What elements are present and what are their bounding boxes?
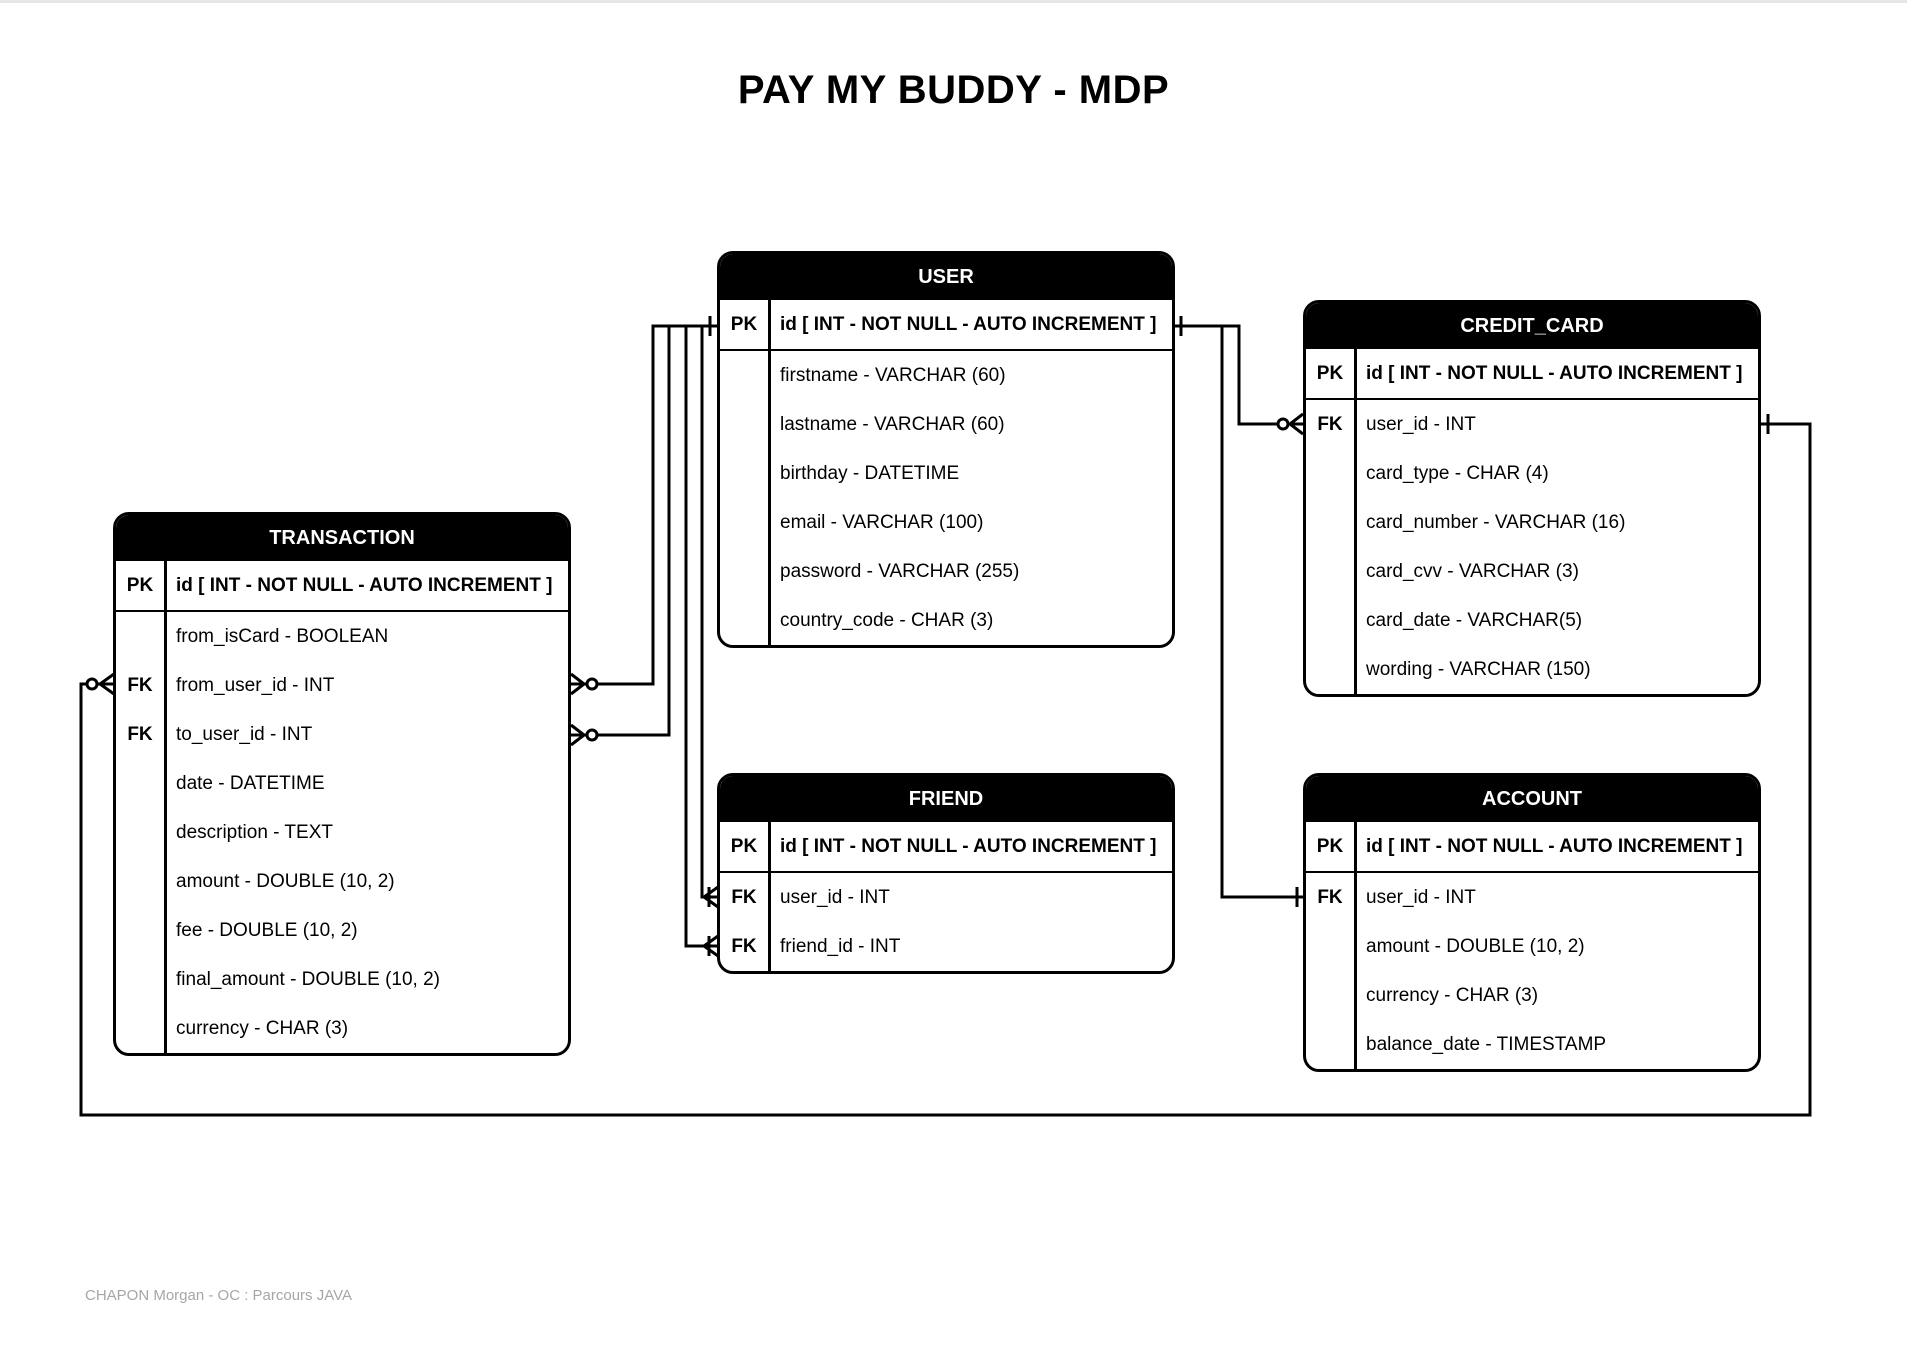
link-user-transaction-to xyxy=(571,324,718,737)
key-badge: FK xyxy=(1317,886,1343,908)
transaction-row-amount: amount - DOUBLE (10, 2) xyxy=(116,857,568,906)
transaction-row-fee: fee - DOUBLE (10, 2) xyxy=(116,906,568,955)
credit-card-row-card-type: card_type - CHAR (4) xyxy=(1306,449,1758,498)
transaction-row-to-user-id: FK to_user_id - INT xyxy=(116,710,568,759)
user-row-id: PK id [ INT - NOT NULL - AUTO INCREMENT ] xyxy=(720,300,1172,351)
field-label: amount - DOUBLE (10, 2) xyxy=(176,870,395,892)
field-label: country_code - CHAR (3) xyxy=(780,609,994,631)
entity-transaction[interactable]: TRANSACTION PK id [ INT - NOT NULL - AUTO… xyxy=(113,512,571,1056)
credit-card-row-id: PK id [ INT - NOT NULL - AUTO INCREMENT ] xyxy=(1306,349,1758,400)
field-label: birthday - DATETIME xyxy=(780,462,960,484)
field-label: friend_id - INT xyxy=(780,935,901,957)
field-label: amount - DOUBLE (10, 2) xyxy=(1366,935,1585,957)
field-label: to_user_id - INT xyxy=(176,723,313,745)
entity-transaction-header: TRANSACTION xyxy=(116,515,568,561)
account-row-id: PK id [ INT - NOT NULL - AUTO INCREMENT ] xyxy=(1306,822,1758,873)
link-user-transaction-from xyxy=(571,324,718,686)
entity-credit-card-header: CREDIT_CARD xyxy=(1306,303,1758,349)
field-label: description - TEXT xyxy=(176,821,333,843)
user-row-birthday: birthday - DATETIME xyxy=(720,449,1172,498)
field-label: fee - DOUBLE (10, 2) xyxy=(176,919,358,941)
transaction-row-id: PK id [ INT - NOT NULL - AUTO INCREMENT ] xyxy=(116,561,568,612)
transaction-row-description: description - TEXT xyxy=(116,808,568,857)
field-label: card_number - VARCHAR (16) xyxy=(1366,511,1626,533)
friend-row-user-id: FK user_id - INT xyxy=(720,873,1172,922)
field-label: firstname - VARCHAR (60) xyxy=(780,364,1006,386)
transaction-row-from-user-id: FK from_user_id - INT xyxy=(116,661,568,710)
transaction-row-final-amount: final_amount - DOUBLE (10, 2) xyxy=(116,955,568,1004)
friend-row-id: PK id [ INT - NOT NULL - AUTO INCREMENT ] xyxy=(720,822,1172,873)
account-row-amount: amount - DOUBLE (10, 2) xyxy=(1306,922,1758,971)
field-label: date - DATETIME xyxy=(176,772,325,794)
field-label: id [ INT - NOT NULL - AUTO INCREMENT ] xyxy=(176,574,553,596)
account-row-balance-date: balance_date - TIMESTAMP xyxy=(1306,1020,1758,1069)
field-label: final_amount - DOUBLE (10, 2) xyxy=(176,968,441,990)
user-row-email: email - VARCHAR (100) xyxy=(720,498,1172,547)
account-row-currency: currency - CHAR (3) xyxy=(1306,971,1758,1020)
key-badge: PK xyxy=(730,835,758,857)
field-label: lastname - VARCHAR (60) xyxy=(780,413,1005,435)
field-label: id [ INT - NOT NULL - AUTO INCREMENT ] xyxy=(780,313,1157,335)
key-badge: PK xyxy=(126,574,154,596)
transaction-row-currency: currency - CHAR (3) xyxy=(116,1004,568,1053)
credit-card-row-card-cvv: card_cvv - VARCHAR (3) xyxy=(1306,547,1758,596)
field-label: id [ INT - NOT NULL - AUTO INCREMENT ] xyxy=(780,835,1157,857)
key-badge: FK xyxy=(731,935,757,957)
credit-card-row-card-date: card_date - VARCHAR(5) xyxy=(1306,596,1758,645)
field-label: user_id - INT xyxy=(1366,413,1476,435)
key-badge: FK xyxy=(127,674,153,696)
key-badge: PK xyxy=(1316,362,1344,384)
entity-account-header: ACCOUNT xyxy=(1306,776,1758,822)
field-label: password - VARCHAR (255) xyxy=(780,560,1020,582)
field-label: card_type - CHAR (4) xyxy=(1366,462,1549,484)
transaction-row-from-iscard: from_isCard - BOOLEAN xyxy=(116,612,568,661)
field-label: user_id - INT xyxy=(1366,886,1476,908)
entity-friend-header: FRIEND xyxy=(720,776,1172,822)
link-user-credit-card xyxy=(1173,324,1303,426)
field-label: id [ INT - NOT NULL - AUTO INCREMENT ] xyxy=(1366,835,1743,857)
field-label: card_date - VARCHAR(5) xyxy=(1366,609,1583,631)
user-row-password: password - VARCHAR (255) xyxy=(720,547,1172,596)
credit-card-row-wording: wording - VARCHAR (150) xyxy=(1306,645,1758,694)
field-label: email - VARCHAR (100) xyxy=(780,511,984,533)
user-row-lastname: lastname - VARCHAR (60) xyxy=(720,400,1172,449)
user-row-country-code: country_code - CHAR (3) xyxy=(720,596,1172,645)
key-badge: FK xyxy=(1317,413,1343,435)
transaction-row-date: date - DATETIME xyxy=(116,759,568,808)
key-badge: PK xyxy=(730,313,758,335)
friend-row-friend-id: FK friend_id - INT xyxy=(720,922,1172,971)
field-label: id [ INT - NOT NULL - AUTO INCREMENT ] xyxy=(1366,362,1743,384)
entity-friend[interactable]: FRIEND PK id [ INT - NOT NULL - AUTO INCR… xyxy=(717,773,1175,974)
field-label: wording - VARCHAR (150) xyxy=(1366,658,1591,680)
link-user-friend-user-id xyxy=(700,324,718,899)
field-label: currency - CHAR (3) xyxy=(1366,984,1539,1006)
field-label: from_isCard - BOOLEAN xyxy=(176,625,389,647)
credit-card-row-user-id: FK user_id - INT xyxy=(1306,400,1758,449)
key-badge: FK xyxy=(731,886,757,908)
user-row-firstname: firstname - VARCHAR (60) xyxy=(720,351,1172,400)
credit-card-row-card-number: card_number - VARCHAR (16) xyxy=(1306,498,1758,547)
entity-account[interactable]: ACCOUNT PK id [ INT - NOT NULL - AUTO INC… xyxy=(1303,773,1761,1072)
key-badge: PK xyxy=(1316,835,1344,857)
account-row-user-id: FK user_id - INT xyxy=(1306,873,1758,922)
field-label: from_user_id - INT xyxy=(176,674,335,696)
entity-user[interactable]: USER PK id [ INT - NOT NULL - AUTO INCREM… xyxy=(717,251,1175,648)
field-label: card_cvv - VARCHAR (3) xyxy=(1366,560,1579,582)
field-label: balance_date - TIMESTAMP xyxy=(1366,1033,1607,1055)
key-badge: FK xyxy=(127,723,153,745)
entity-credit-card[interactable]: CREDIT_CARD PK id [ INT - NOT NULL - AUTO… xyxy=(1303,300,1761,697)
footer-credit: CHAPON Morgan - OC : Parcours JAVA xyxy=(85,1287,353,1304)
field-label: currency - CHAR (3) xyxy=(176,1017,349,1039)
entity-user-header: USER xyxy=(720,254,1172,300)
field-label: user_id - INT xyxy=(780,886,890,908)
